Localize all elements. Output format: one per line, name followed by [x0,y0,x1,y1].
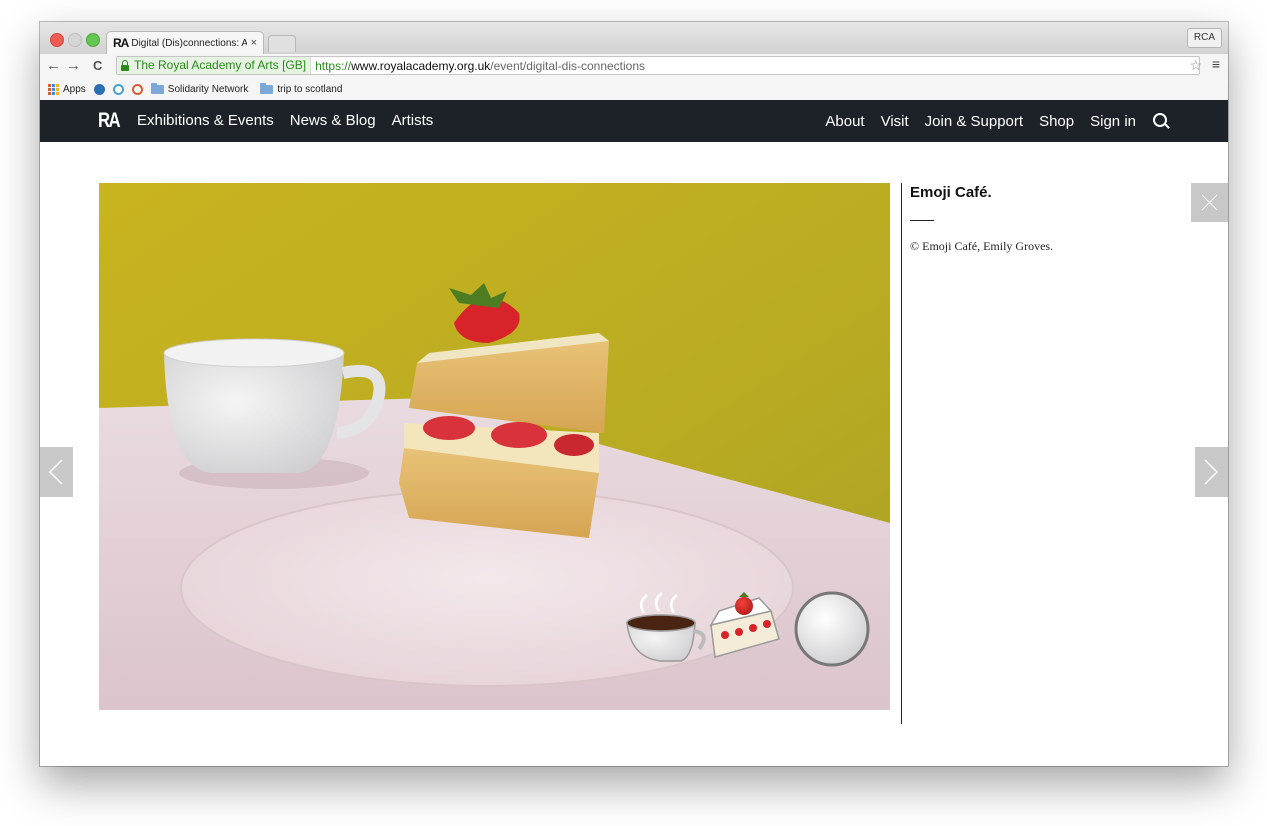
ev-certificate-label: The Royal Academy of Arts [GB] [134,58,307,72]
ra-favicon-icon: RA [113,36,129,50]
photo-emoji-circle [794,591,870,667]
nav-news-blog[interactable]: News & Blog [290,112,376,129]
nav-artists[interactable]: Artists [392,112,434,129]
close-lightbox-button[interactable] [1191,183,1228,222]
bookmark-apps-label: Apps [63,83,86,95]
nav-join-support[interactable]: Join & Support [925,113,1023,130]
browser-tab[interactable]: RA Digital (Dis)connections: A × [106,31,264,54]
url-text[interactable]: https://www.royalacademy.org.uk/event/di… [311,59,645,73]
url-scheme: https:// [315,58,352,73]
lightbox-credit: © Emoji Café, Emily Groves. [910,239,1054,253]
previous-image-button[interactable] [40,447,73,497]
bookmark-solidarity-network[interactable]: Solidarity Network [150,82,249,95]
lock-icon [121,59,129,71]
caption-divider [901,183,902,724]
browser-toolbar: ← → C The Royal Academy of Arts [GB] htt… [40,54,1228,78]
globe-icon [93,83,105,95]
bookmarks-bar: Apps Solidarity Network trip to scotland [40,78,1228,101]
nav-visit[interactable]: Visit [881,113,909,130]
bookmark-star-icon[interactable]: ☆ [1189,57,1202,74]
bookmark-swirl[interactable] [112,83,124,95]
lightbox-title: Emoji Café. [910,184,992,201]
new-tab-button[interactable] [268,35,296,52]
next-image-button[interactable] [1195,447,1228,497]
back-arrow-icon[interactable]: ← [46,57,61,75]
bookmark-apps[interactable]: Apps [48,83,86,95]
nav-shop[interactable]: Shop [1039,113,1074,130]
browser-window: RA Digital (Dis)connections: A × RCA ← →… [40,22,1228,766]
forward-arrow-icon[interactable]: → [66,57,81,75]
folder-icon [260,82,274,94]
bookmark-trip-to-scotland[interactable]: trip to scotland [260,82,343,95]
folder-icon [150,82,164,94]
zoom-window-button[interactable] [86,33,100,47]
address-bar[interactable]: The Royal Academy of Arts [GB] https://w… [116,56,1200,75]
search-icon[interactable] [1152,112,1170,130]
url-host: www.royalacademy.org.uk [351,58,491,73]
title-bar: RA Digital (Dis)connections: A × RCA [40,22,1228,54]
apps-grid-icon [48,83,59,95]
tab-close-icon[interactable]: × [251,37,257,49]
bookmark-label: trip to scotland [277,83,343,95]
url-path: /event/digital-dis-connections [490,58,646,73]
bookmark-globe[interactable] [93,83,105,95]
site-navigation: RA Exhibitions & Events News & Blog Arti… [40,100,1228,142]
chevron-right-icon [1204,459,1219,485]
nav-sign-in[interactable]: Sign in [1090,113,1136,130]
lightbox-image [99,183,890,710]
bookmark-label: Solidarity Network [167,83,249,95]
nav-left: Exhibitions & Events News & Blog Artists [137,112,433,129]
nav-right: About Visit Join & Support Shop Sign in [825,112,1170,130]
nav-about[interactable]: About [825,113,864,130]
swirl-icon [112,83,124,95]
bookmark-spiral[interactable] [131,83,143,95]
reload-icon[interactable]: C [93,57,102,75]
nav-exhibitions-events[interactable]: Exhibitions & Events [137,112,274,129]
ra-logo[interactable]: RA [98,109,121,133]
browser-menu-icon[interactable]: ≡ [1212,56,1220,72]
caption-dash [910,220,934,221]
spiral-icon [131,83,143,95]
minimize-window-button[interactable] [68,33,82,47]
ev-certificate-badge[interactable]: The Royal Academy of Arts [GB] [117,57,312,74]
tab-title: Digital (Dis)connections: A [131,37,247,49]
profile-button[interactable]: RCA [1186,28,1222,48]
close-window-button[interactable] [50,33,64,47]
chevron-left-icon [48,459,63,485]
